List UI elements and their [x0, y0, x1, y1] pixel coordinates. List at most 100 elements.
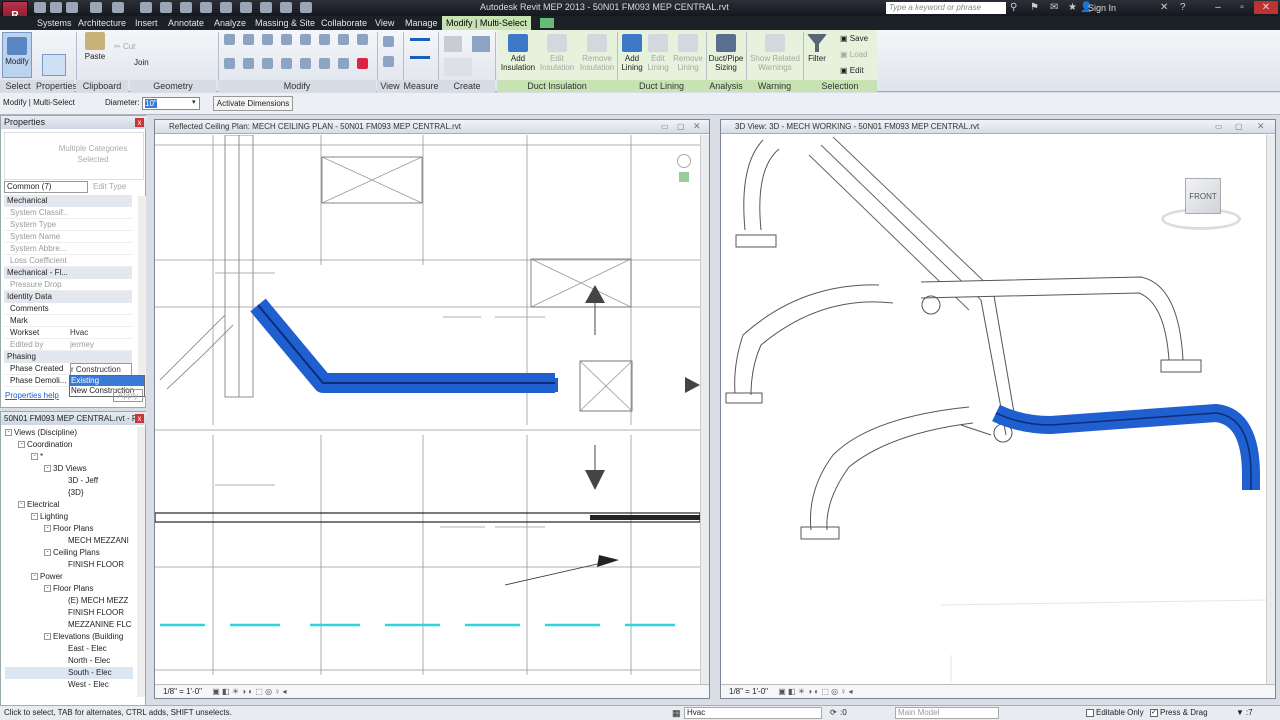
expand-toggle-icon[interactable]: - [44, 465, 51, 473]
active-workset-select[interactable]: Hvac [684, 707, 822, 719]
load-selection-button[interactable]: ▣ Load [840, 50, 868, 59]
duct-pipe-sizing-button[interactable]: Duct/Pipe Sizing [707, 34, 745, 72]
split-gap-icon[interactable] [338, 57, 349, 69]
remove-insulation-button[interactable]: Remove Insulation [577, 34, 617, 72]
expand-toggle-icon[interactable]: - [31, 513, 38, 521]
tab-insert[interactable]: Insert [131, 16, 162, 30]
tree-node[interactable]: - Lighting [5, 511, 133, 523]
add-lining-button[interactable]: Add Lining [619, 34, 645, 72]
panel-measure[interactable]: Measure [403, 80, 439, 92]
dropdown-option[interactable]: Existing [70, 376, 144, 386]
thin-lines-icon[interactable] [260, 2, 272, 13]
tree-node[interactable]: - Coordination [5, 439, 133, 451]
help-icon[interactable]: ? [1180, 2, 1186, 13]
tree-node[interactable]: South - Elec [5, 667, 133, 679]
tree-node[interactable]: - Electrical [5, 499, 133, 511]
tab-view[interactable]: View [371, 16, 398, 30]
properties-help-link[interactable]: Properties help [5, 391, 59, 400]
view-control-icons[interactable]: ▣ ◧ ☀ ◑ ◐ ⬚ ◎ ♀ ◂ [778, 687, 852, 696]
tree-node[interactable]: 3D - Jeff [5, 475, 133, 487]
apply-button[interactable]: Apply [113, 389, 143, 402]
pin-icon[interactable] [338, 34, 349, 45]
undo-icon[interactable] [90, 2, 102, 13]
tab-annotate[interactable]: Annotate [164, 16, 208, 30]
unpin-icon[interactable] [357, 34, 368, 45]
tree-node[interactable]: East - Elec [5, 643, 133, 655]
viewcube-front-face[interactable]: FRONT [1185, 178, 1221, 214]
search-input[interactable]: Type a keyword or phrase [886, 2, 1006, 14]
minimize-icon[interactable]: ▭ [1215, 122, 1223, 131]
cut-button[interactable]: ✂ Cut [114, 42, 135, 51]
hide-icon[interactable] [383, 36, 394, 47]
design-option-select[interactable]: Main Model [895, 707, 999, 719]
favorites-icon[interactable]: ★ [1068, 2, 1077, 13]
measure-icon[interactable] [140, 2, 152, 13]
tree-node[interactable]: FINISH FLOOR [5, 559, 133, 571]
close-icon[interactable]: x [135, 414, 144, 423]
tab-collaborate[interactable]: Collaborate [317, 16, 371, 30]
delete-icon[interactable] [357, 57, 368, 69]
tree-node[interactable]: MEZZANINE FLC [5, 619, 133, 631]
dimension-icon[interactable] [160, 2, 172, 13]
viewcube[interactable]: FRONT [1155, 178, 1247, 238]
redo-icon[interactable] [112, 2, 124, 13]
view-scale[interactable]: 1/8" = 1'-0" [163, 687, 202, 696]
override-icon[interactable] [383, 56, 394, 67]
zoom-icon[interactable] [679, 172, 689, 182]
subscription-icon[interactable]: ⚑ [1030, 2, 1039, 13]
close-icon[interactable]: x [135, 118, 144, 127]
expand-toggle-icon[interactable]: - [44, 633, 51, 641]
group-phasing[interactable]: Phasing [4, 351, 132, 363]
mirror-pick-icon[interactable] [262, 34, 273, 45]
close-icon[interactable]: ✕ [1254, 1, 1278, 14]
view-control-icons[interactable]: ▣ ◧ ☀ ◑ ◐ ⬚ ◎ ♀ ◂ [212, 687, 286, 696]
navigation-bar[interactable] [669, 150, 699, 210]
edit-insulation-button[interactable]: Edit Insulation [538, 34, 576, 72]
tab-systems[interactable]: Systems [33, 16, 76, 30]
tree-node[interactable]: (E) MECH MEZZ [5, 595, 133, 607]
tree-node[interactable]: - Elevations (Building [5, 631, 133, 643]
expand-toggle-icon[interactable]: - [18, 501, 25, 509]
edit-type-button[interactable]: Edit Type [93, 182, 126, 191]
align-icon[interactable] [224, 34, 235, 45]
instance-filter-select[interactable]: Common (7) [4, 181, 88, 193]
vertical-scrollbar[interactable] [700, 135, 709, 685]
property-row[interactable]: Workset Hvac [4, 327, 132, 339]
close-icon[interactable]: ✕ [1257, 121, 1265, 132]
switch-windows-icon[interactable] [300, 2, 312, 13]
steering-wheel-icon[interactable] [677, 154, 691, 168]
create-assembly-icon[interactable] [444, 36, 462, 52]
property-row[interactable]: Comments [4, 303, 132, 315]
tree-node[interactable]: MECH MEZZANI [5, 535, 133, 547]
show-related-warnings-button[interactable]: Show Related Warnings [748, 34, 802, 72]
group-identity-data[interactable]: Identity Data [4, 291, 132, 303]
view-scale[interactable]: 1/8" = 1'-0" [729, 687, 768, 696]
communication-icon[interactable]: ✉ [1050, 2, 1058, 13]
edit-selection-button[interactable]: ▣ Edit [840, 66, 864, 75]
tree-node[interactable]: FINISH FLOOR [5, 607, 133, 619]
ribbon-toggle-icon[interactable] [540, 18, 554, 28]
expand-toggle-icon[interactable]: - [44, 549, 51, 557]
array-icon[interactable] [281, 57, 292, 69]
measure-icon[interactable] [410, 38, 430, 41]
rotate-icon[interactable] [262, 57, 273, 69]
section-icon[interactable] [240, 2, 252, 13]
expand-toggle-icon[interactable]: - [44, 525, 51, 533]
filter-icon[interactable]: ▼ [1236, 706, 1244, 720]
trim-extend-icon[interactable] [319, 57, 330, 69]
split-icon[interactable] [300, 34, 311, 45]
minimize-icon[interactable]: – [1206, 1, 1230, 14]
3d-view[interactable]: 3D View: 3D - MECH WORKING - 50N01 FM093… [720, 119, 1276, 699]
minimize-icon[interactable]: ▭ [661, 122, 669, 131]
tab-modify-multi-select[interactable]: Modify | Multi-Select [442, 16, 531, 30]
property-row[interactable]: Mark [4, 315, 132, 327]
tab-massing-site[interactable]: Massing & Site [251, 16, 319, 30]
offset-icon[interactable] [243, 34, 254, 45]
tag-icon[interactable] [180, 2, 192, 13]
exchange-icon[interactable]: ✕ [1160, 2, 1168, 13]
type-selector[interactable]: Multiple Categories Selected [4, 132, 144, 180]
tree-node[interactable]: West - Elec [5, 679, 133, 691]
group-mechanical[interactable]: Mechanical [4, 195, 132, 207]
expand-toggle-icon[interactable]: - [31, 573, 38, 581]
close-icon[interactable]: ✕ [693, 121, 701, 132]
